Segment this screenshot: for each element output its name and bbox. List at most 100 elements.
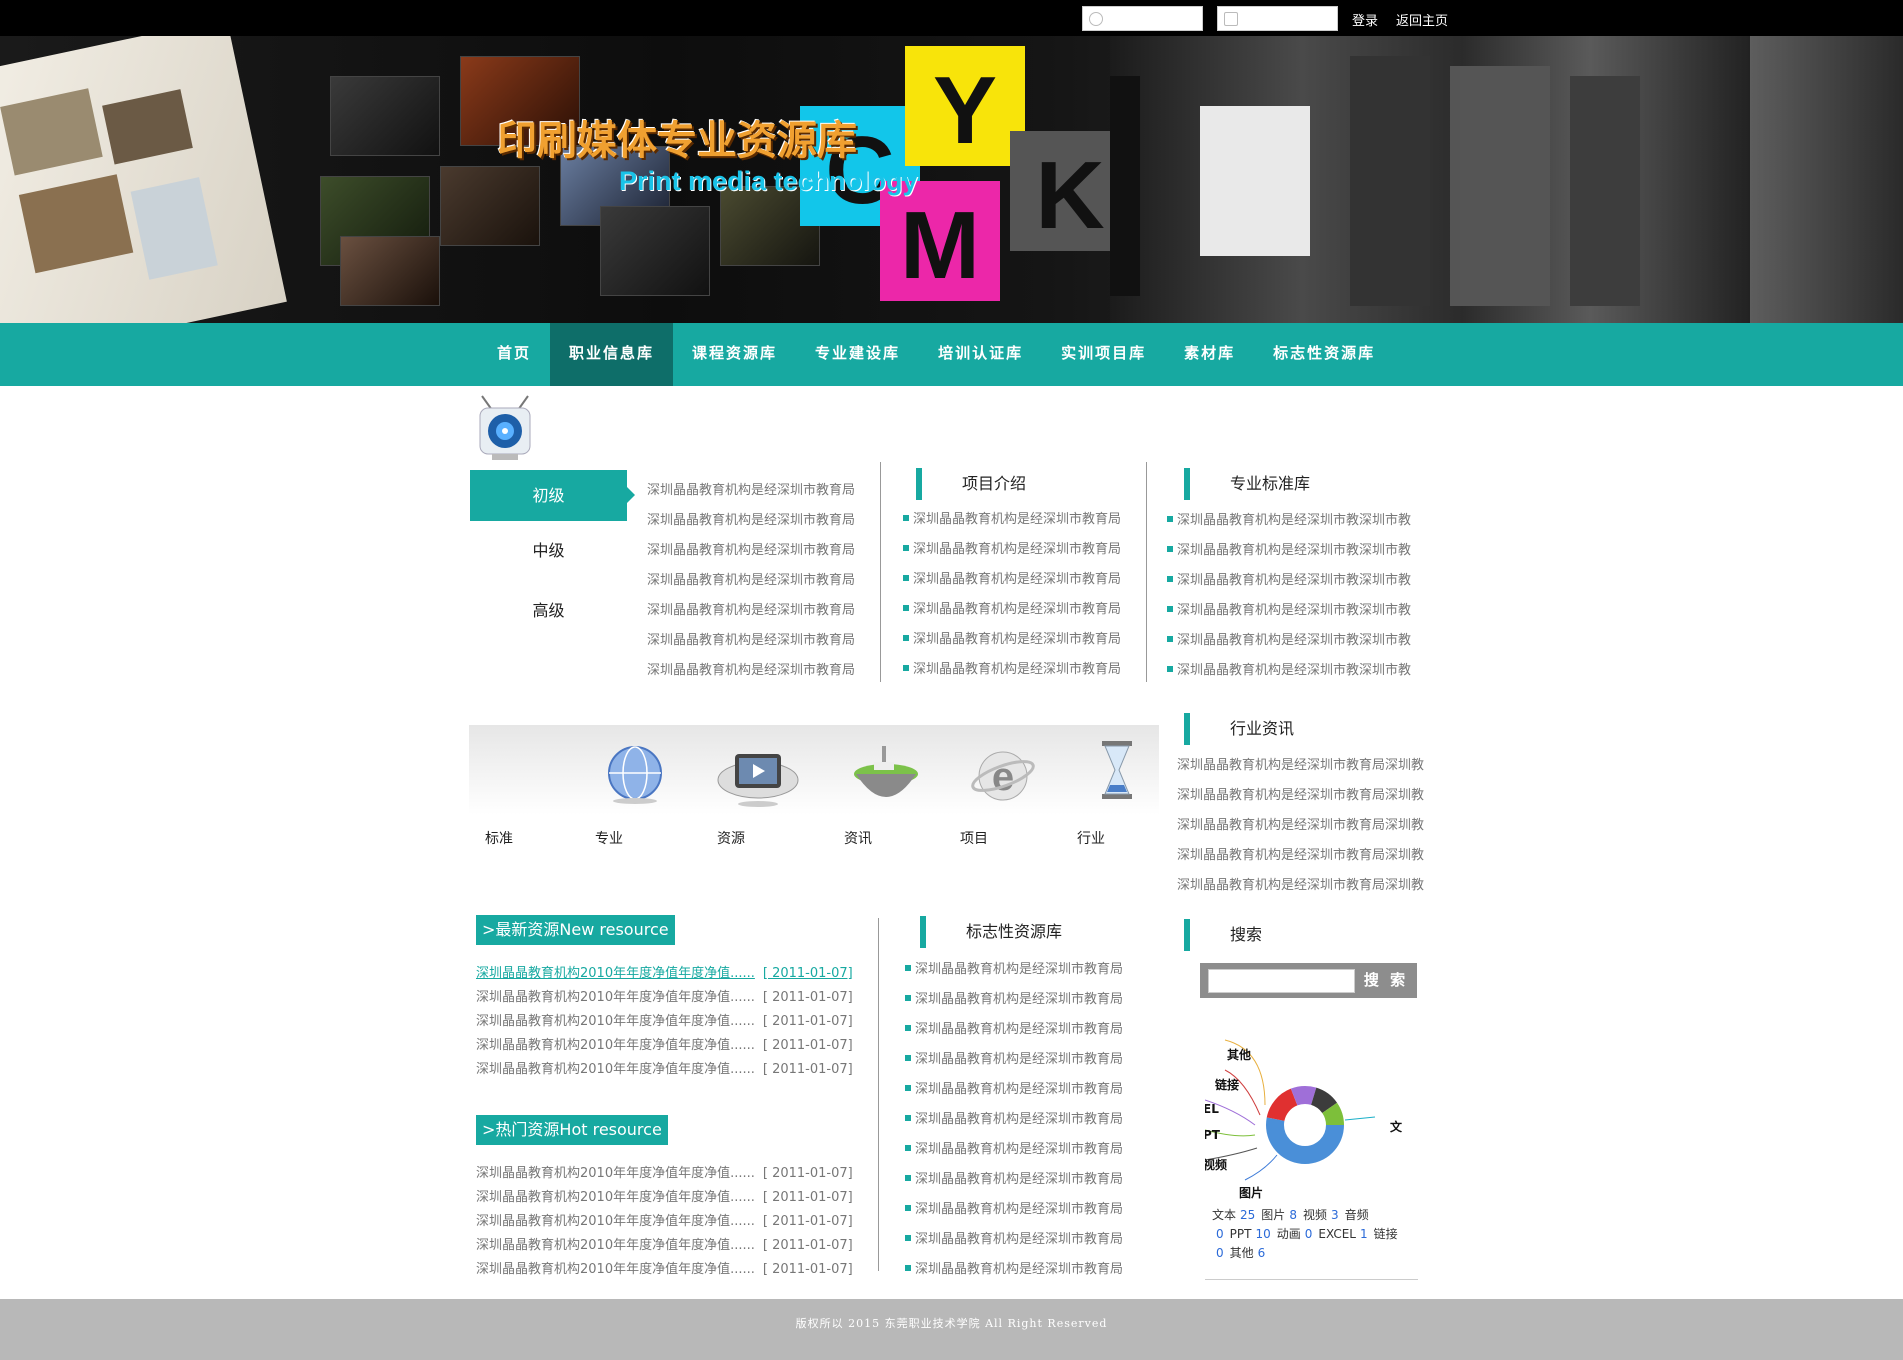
stat-value: 10 — [1255, 1227, 1271, 1241]
nav-item[interactable]: 实训项目库 — [1042, 323, 1165, 386]
resource-row[interactable]: 深圳晶晶教育机构2010年年度净值年度净值...... [ 2011-01-07] — [476, 1162, 853, 1181]
list-item[interactable]: 深圳晶晶教育机构是经深圳市教育局 — [905, 1225, 1123, 1255]
resource-title[interactable]: 深圳晶晶教育机构2010年年度净值年度净值...... — [476, 1014, 755, 1029]
resource-title[interactable]: 深圳晶晶教育机构2010年年度净值年度净值...... — [476, 990, 755, 1005]
list-item[interactable]: 深圳晶晶教育机构是经深圳市教育局深圳教 — [1177, 751, 1424, 781]
stat-value: 0 — [1304, 1227, 1313, 1241]
floating-island-icon[interactable] — [850, 740, 922, 810]
password-field[interactable] — [1217, 6, 1338, 31]
category-label[interactable]: 标准 — [469, 828, 529, 848]
list-item[interactable]: 深圳晶晶教育机构是经深圳市教深圳市教 — [1167, 566, 1411, 596]
resource-row[interactable]: 深圳晶晶教育机构2010年年度净值年度净值...... [ 2011-01-07] — [476, 1258, 853, 1277]
list-item[interactable]: 深圳晶晶教育机构是经深圳市教育局 — [903, 625, 1121, 655]
nav-item[interactable]: 标志性资源库 — [1254, 323, 1394, 386]
list-item[interactable]: 深圳晶晶教育机构是经深圳市教育局 — [905, 1105, 1123, 1135]
list-item[interactable]: 深圳晶晶教育机构是经深圳市教深圳市教 — [1167, 506, 1411, 536]
nav-item[interactable]: 专业建设库 — [796, 323, 919, 386]
list-item[interactable]: 深圳晶晶教育机构是经深圳市教育局 — [647, 656, 855, 686]
list-item[interactable]: 深圳晶晶教育机构是经深圳市教育局深圳教 — [1177, 841, 1424, 871]
level-tab-advanced[interactable]: 高级 — [470, 585, 627, 636]
ie-browser-icon[interactable]: e — [968, 738, 1038, 808]
category-label[interactable]: 行业 — [1061, 828, 1121, 848]
list-item[interactable]: 深圳晶晶教育机构是经深圳市教深圳市教 — [1167, 596, 1411, 626]
stat-value: 1 — [1359, 1227, 1368, 1241]
resource-row[interactable]: 深圳晶晶教育机构2010年年度净值年度净值...... [ 2011-01-07] — [476, 1210, 853, 1229]
video-player-icon[interactable] — [713, 740, 803, 810]
stat-value: 0 — [1216, 1227, 1224, 1241]
search-button[interactable]: 搜 索 — [1360, 967, 1412, 994]
list-item[interactable]: 深圳晶晶教育机构是经深圳市教育局 — [647, 506, 855, 536]
login-link[interactable]: 登录 — [1352, 10, 1378, 29]
magazine-illustration — [0, 36, 287, 323]
nav-item[interactable]: 培训认证库 — [919, 323, 1042, 386]
list-item[interactable]: 深圳晶晶教育机构是经深圳市教育局 — [647, 476, 855, 506]
nav-item[interactable]: 课程资源库 — [673, 323, 796, 386]
nav-item[interactable]: 职业信息库 — [550, 323, 674, 386]
chart-label-text: 文 — [1390, 1120, 1403, 1134]
section-title-search: 搜索 — [1184, 919, 1374, 951]
resource-row[interactable]: 深圳晶晶教育机构2010年年度净值年度净值...... [ 2011-01-07] — [476, 1234, 853, 1253]
category-label[interactable]: 资源 — [701, 828, 761, 848]
resource-counts: 文本 25 图片 8 视频 3 音频0 PPT 10 动画 0 EXCEL 1 链接0 其他 6 — [1212, 1206, 1412, 1263]
nav-item[interactable]: 素材库 — [1165, 323, 1254, 386]
category-label[interactable]: 项目 — [944, 828, 1004, 848]
list-item[interactable]: 深圳晶晶教育机构是经深圳市教育局 — [905, 1165, 1123, 1195]
list-item[interactable]: 深圳晶晶教育机构是经深圳市教育局 — [903, 505, 1121, 535]
list-item[interactable]: 深圳晶晶教育机构是经深圳市教深圳市教 — [1167, 536, 1411, 566]
list-item[interactable]: 深圳晶晶教育机构是经深圳市教育局 — [903, 565, 1121, 595]
resource-title[interactable]: 深圳晶晶教育机构2010年年度净值年度净值...... — [476, 1262, 755, 1277]
list-item[interactable]: 深圳晶晶教育机构是经深圳市教育局 — [647, 566, 855, 596]
home-link[interactable]: 返回主页 — [1396, 10, 1448, 29]
landmark-list: 深圳晶晶教育机构是经深圳市教育局 深圳晶晶教育机构是经深圳市教育局 深圳晶晶教育机构… — [905, 955, 1123, 1285]
hourglass-icon[interactable] — [1082, 735, 1152, 805]
resource-title[interactable]: 深圳晶晶教育机构2010年年度净值年度净值...... — [476, 1166, 755, 1181]
list-item[interactable]: 深圳晶晶教育机构是经深圳市教育局 — [905, 1045, 1123, 1075]
level-tab-beginner[interactable]: 初级 — [470, 470, 635, 521]
list-item[interactable]: 深圳晶晶教育机构是经深圳市教育局深圳教 — [1177, 811, 1424, 841]
resource-row[interactable]: 深圳晶晶教育机构2010年年度净值年度净值...... [ 2011-01-07] — [476, 1058, 853, 1077]
list-item[interactable]: 深圳晶晶教育机构是经深圳市教深圳市教 — [1167, 656, 1411, 686]
resource-title[interactable]: 深圳晶晶教育机构2010年年度净值年度净值...... — [476, 1062, 755, 1077]
category-label[interactable]: 资讯 — [828, 828, 888, 848]
list-item[interactable]: 深圳晶晶教育机构是经深圳市教育局 — [903, 595, 1121, 625]
list-item[interactable]: 深圳晶晶教育机构是经深圳市教育局 — [905, 1135, 1123, 1165]
resource-title[interactable]: 深圳晶晶教育机构2010年年度净值年度净值...... — [476, 1238, 755, 1253]
resource-row[interactable]: 深圳晶晶教育机构2010年年度净值年度净值...... [ 2011-01-07] — [476, 1010, 853, 1029]
username-field[interactable] — [1082, 6, 1203, 31]
nav-item[interactable]: 首页 — [478, 323, 550, 386]
resource-row[interactable]: 深圳晶晶教育机构2010年年度净值年度净值...... [ 2011-01-07] — [476, 1186, 853, 1205]
project-intro-list: 深圳晶晶教育机构是经深圳市教育局 深圳晶晶教育机构是经深圳市教育局 深圳晶晶教育机构… — [903, 505, 1121, 685]
list-item[interactable]: 深圳晶晶教育机构是经深圳市教育局 — [905, 1195, 1123, 1225]
stat-value: 3 — [1330, 1208, 1339, 1222]
list-item[interactable]: 深圳晶晶教育机构是经深圳市教育局 — [903, 535, 1121, 565]
resource-title[interactable]: 深圳晶晶教育机构2010年年度净值年度净值...... — [476, 1214, 755, 1229]
category-bar — [469, 725, 1159, 815]
list-item[interactable]: 深圳晶晶教育机构是经深圳市教育局 — [905, 985, 1123, 1015]
list-item[interactable]: 深圳晶晶教育机构是经深圳市教育局 — [647, 626, 855, 656]
resource-title[interactable]: 深圳晶晶教育机构2010年年度净值年度净值...... — [476, 966, 755, 981]
username-input[interactable] — [1109, 9, 1199, 28]
resource-row[interactable]: 深圳晶晶教育机构2010年年度净值年度净值...... [ 2011-01-07] — [476, 1034, 853, 1053]
list-item[interactable]: 深圳晶晶教育机构是经深圳市教育局深圳教 — [1177, 871, 1424, 901]
stat-value: 8 — [1289, 1208, 1297, 1222]
resource-title[interactable]: 深圳晶晶教育机构2010年年度净值年度净值...... — [476, 1038, 755, 1053]
list-item[interactable]: 深圳晶晶教育机构是经深圳市教育局 — [905, 1255, 1123, 1285]
list-item[interactable]: 深圳晶晶教育机构是经深圳市教深圳市教 — [1167, 626, 1411, 656]
list-item[interactable]: 深圳晶晶教育机构是经深圳市教育局 — [647, 536, 855, 566]
globe-icon[interactable] — [600, 735, 670, 805]
password-input[interactable] — [1244, 9, 1334, 28]
list-item[interactable]: 深圳晶晶教育机构是经深圳市教育局 — [905, 955, 1123, 985]
resource-row[interactable]: 深圳晶晶教育机构2010年年度净值年度净值...... [ 2011-01-07] — [476, 962, 853, 981]
section-title-project-intro: 项目介绍 — [916, 468, 1106, 500]
category-label[interactable]: 专业 — [579, 828, 639, 848]
resource-row[interactable]: 深圳晶晶教育机构2010年年度净值年度净值...... [ 2011-01-07] — [476, 986, 853, 1005]
list-item[interactable]: 深圳晶晶教育机构是经深圳市教育局深圳教 — [1177, 781, 1424, 811]
list-item[interactable]: 深圳晶晶教育机构是经深圳市教育局 — [905, 1015, 1123, 1045]
level-tab-intermediate[interactable]: 中级 — [470, 525, 627, 576]
list-item[interactable]: 深圳晶晶教育机构是经深圳市教育局 — [903, 655, 1121, 685]
list-item[interactable]: 深圳晶晶教育机构是经深圳市教育局 — [647, 596, 855, 626]
list-item[interactable]: 深圳晶晶教育机构是经深圳市教育局 — [905, 1075, 1123, 1105]
resource-title[interactable]: 深圳晶晶教育机构2010年年度净值年度净值...... — [476, 1190, 755, 1205]
resource-date: [ 2011-01-07] — [762, 1014, 853, 1029]
search-input[interactable] — [1208, 969, 1355, 993]
